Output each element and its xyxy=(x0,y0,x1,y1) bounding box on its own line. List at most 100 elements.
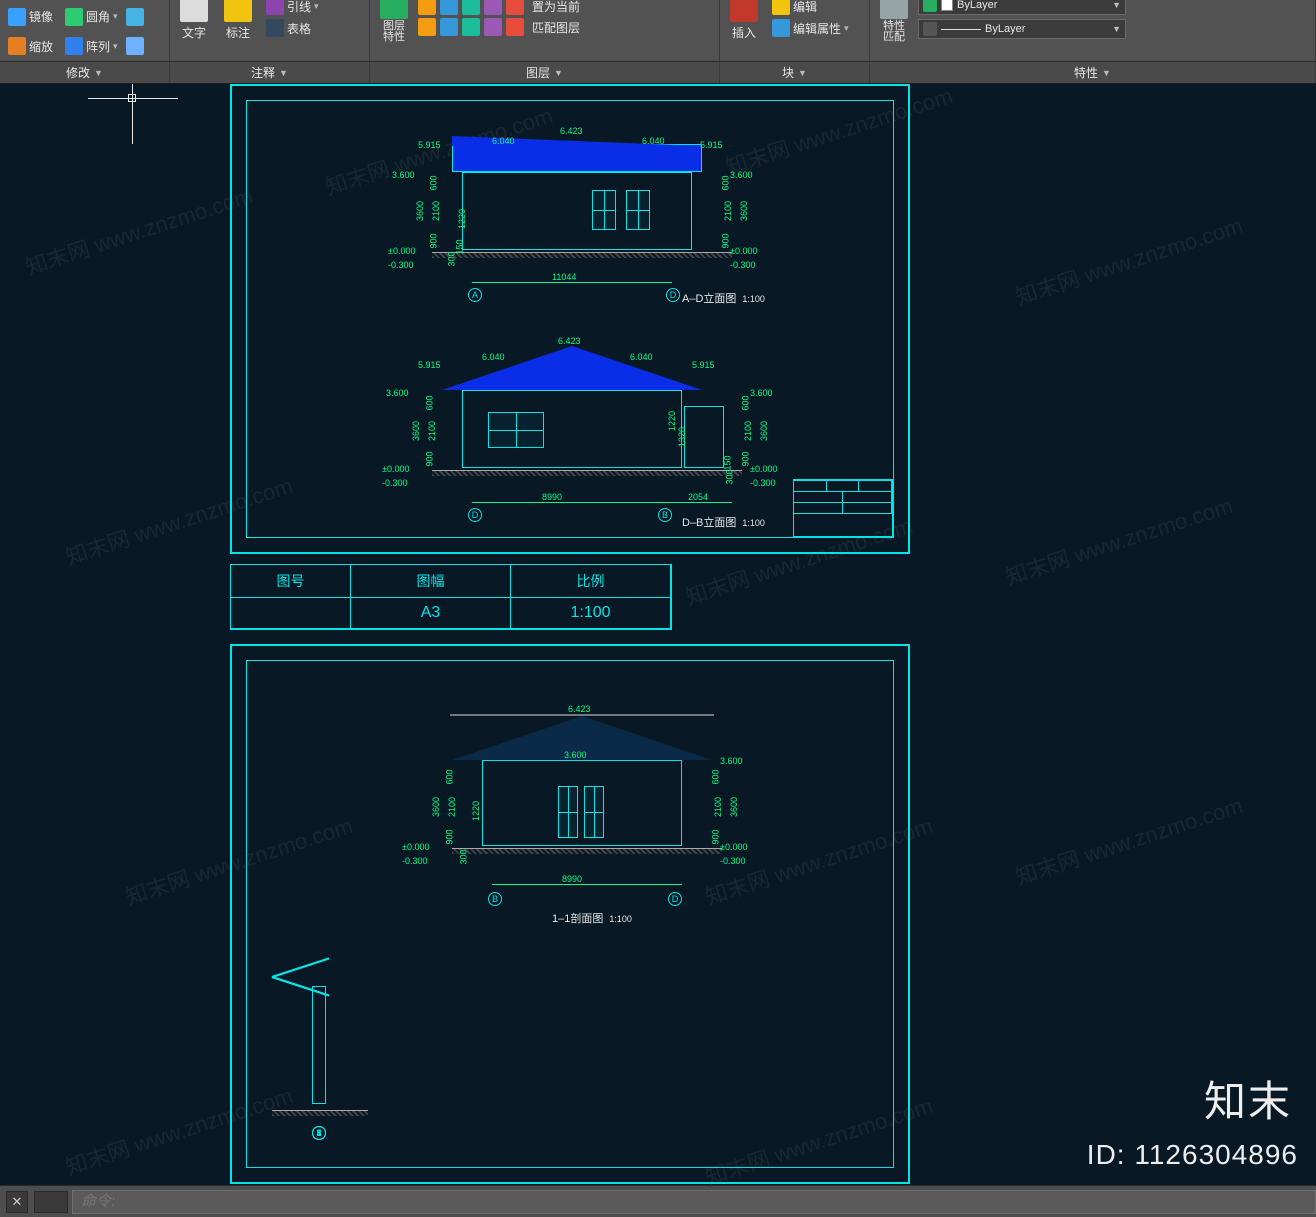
insert-button[interactable]: 插入 xyxy=(724,0,764,43)
dim: -0.300 xyxy=(730,260,756,270)
dim: 1320 xyxy=(677,427,687,447)
axis-d: D xyxy=(668,892,682,906)
panel-title-layers[interactable]: 图层▼ xyxy=(370,62,720,83)
dim: 300 xyxy=(459,849,469,864)
drawing-title: A–D立面图1:100 xyxy=(682,290,765,306)
panel-block: 插入 编辑 编辑属性▾ xyxy=(720,0,870,61)
make-current-button[interactable]: 置为当前 xyxy=(528,0,584,16)
match-props-label: 特性 匹配 xyxy=(883,21,905,43)
layer-icon[interactable] xyxy=(418,0,436,15)
dim: 2100 xyxy=(431,201,441,221)
dim: 3.600 xyxy=(730,170,753,180)
match-layer-label: 匹配图层 xyxy=(532,19,580,36)
dim: 600 xyxy=(425,395,435,410)
insert-label: 插入 xyxy=(732,24,756,41)
panel-modify: 镜像 圆角▾ 缩放 阵列▾ xyxy=(0,0,170,61)
close-icon[interactable]: ✕ xyxy=(6,1191,28,1213)
panel-title-block[interactable]: 块▼ xyxy=(720,62,870,83)
command-input[interactable] xyxy=(72,1190,1316,1214)
dim: 600 xyxy=(711,769,721,784)
dim: 3600 xyxy=(431,797,441,817)
layer-icon[interactable] xyxy=(440,18,458,36)
dim: 6.040 xyxy=(492,136,515,146)
panel-layers: 图层 特性 置为当前 匹配图层 xyxy=(370,0,720,61)
layer-icon[interactable] xyxy=(462,18,480,36)
leader-label: 引线 xyxy=(287,0,311,15)
line-sample xyxy=(941,29,981,30)
scale-button[interactable]: 缩放 xyxy=(4,36,57,56)
dim: 600 xyxy=(429,175,439,190)
match-layer-button[interactable]: 匹配图层 xyxy=(528,18,584,37)
tool-icon[interactable] xyxy=(126,37,144,55)
axis-b: B xyxy=(658,508,672,522)
layer-icon[interactable] xyxy=(462,0,480,15)
table-button[interactable]: 表格 xyxy=(262,18,323,38)
dim: 2100 xyxy=(713,797,723,817)
edit-block-button[interactable]: 编辑 xyxy=(768,0,853,16)
elevation-a-d: A D 11044 6.423 6.040 6.040 5.915 5.915 … xyxy=(382,96,782,306)
dim: 6.423 xyxy=(560,126,583,136)
table-label: 表格 xyxy=(287,20,311,37)
panel-title-properties[interactable]: 特性▼ xyxy=(870,62,1316,83)
text-label: 文字 xyxy=(182,24,206,41)
mirror-button[interactable]: 镜像 xyxy=(4,7,57,27)
panel-title-bar: 修改▼ 注释▼ 图层▼ 块▼ 特性▼ xyxy=(0,62,1316,84)
title-block xyxy=(793,479,893,537)
axis-d: D xyxy=(468,508,482,522)
layer-icon[interactable] xyxy=(506,0,524,15)
list-icon xyxy=(923,22,937,36)
dim: 3.600 xyxy=(386,388,409,398)
edit-attr-button[interactable]: 编辑属性▾ xyxy=(768,18,853,38)
edit-attr-label: 编辑属性 xyxy=(793,20,841,37)
dim: -0.300 xyxy=(720,856,746,866)
dim-button[interactable]: 标注 xyxy=(218,0,258,43)
color-combo[interactable]: ByLayer ▼ xyxy=(918,0,1126,15)
dim: ±0.000 xyxy=(730,246,757,256)
fillet-label: 圆角 xyxy=(86,8,110,25)
dim: -0.300 xyxy=(388,260,414,270)
info-h2: 图幅 xyxy=(351,565,511,598)
sheet-1: A D 11044 6.423 6.040 6.040 5.915 5.915 … xyxy=(230,84,910,554)
layer-icon[interactable] xyxy=(484,0,502,15)
layer-icon[interactable] xyxy=(440,0,458,15)
match-props-button[interactable]: 特性 匹配 xyxy=(874,0,914,45)
layer-props-button[interactable]: 图层 特性 xyxy=(374,0,414,45)
edit-block-label: 编辑 xyxy=(793,0,817,15)
text-button[interactable]: 文字 xyxy=(174,0,214,43)
leader-button[interactable]: 引线▾ xyxy=(262,0,323,16)
dim: 150 xyxy=(455,239,465,254)
dim: 3.600 xyxy=(750,388,773,398)
dim: ±0.000 xyxy=(750,464,777,474)
color-swatch xyxy=(941,0,953,11)
layer-icon[interactable] xyxy=(484,18,502,36)
panel-title-modify[interactable]: 修改▼ xyxy=(0,62,170,83)
watermark: 知末网 www.znzmo.com xyxy=(1011,788,1246,892)
dim: 1220 xyxy=(471,801,481,821)
dim: 900 xyxy=(425,451,435,466)
layers-icon xyxy=(923,0,937,12)
dim: 600 xyxy=(741,395,751,410)
dim: 6.040 xyxy=(642,136,665,146)
dim: -0.300 xyxy=(382,478,408,488)
linetype-combo[interactable]: ByLayer ▼ xyxy=(918,19,1126,39)
panel-title-annotate[interactable]: 注释▼ xyxy=(170,62,370,83)
dim: 3600 xyxy=(729,797,739,817)
array-button[interactable]: 阵列▾ xyxy=(61,36,122,56)
dim: 3.600 xyxy=(564,750,587,760)
layer-icon[interactable] xyxy=(506,18,524,36)
dim: 300 xyxy=(725,469,735,484)
tool-icon[interactable] xyxy=(126,8,144,26)
scale-label: 缩放 xyxy=(29,38,53,55)
dim: 5.915 xyxy=(700,140,723,150)
drawing-canvas[interactable]: 知末网 www.znzmo.com 知末网 www.znzmo.com 知末网 … xyxy=(0,84,1316,1185)
layer-icon[interactable] xyxy=(418,18,436,36)
fillet-button[interactable]: 圆角▾ xyxy=(61,7,122,27)
dim: 6.040 xyxy=(630,352,653,362)
dim: ±0.000 xyxy=(382,464,409,474)
watermark: 知末网 www.znzmo.com xyxy=(21,178,256,282)
mirror-label: 镜像 xyxy=(29,8,53,25)
dim: 5.915 xyxy=(418,140,441,150)
cmd-handle[interactable] xyxy=(34,1191,68,1213)
detail-5: 5 xyxy=(272,976,368,1126)
dim-label: 标注 xyxy=(226,24,250,41)
